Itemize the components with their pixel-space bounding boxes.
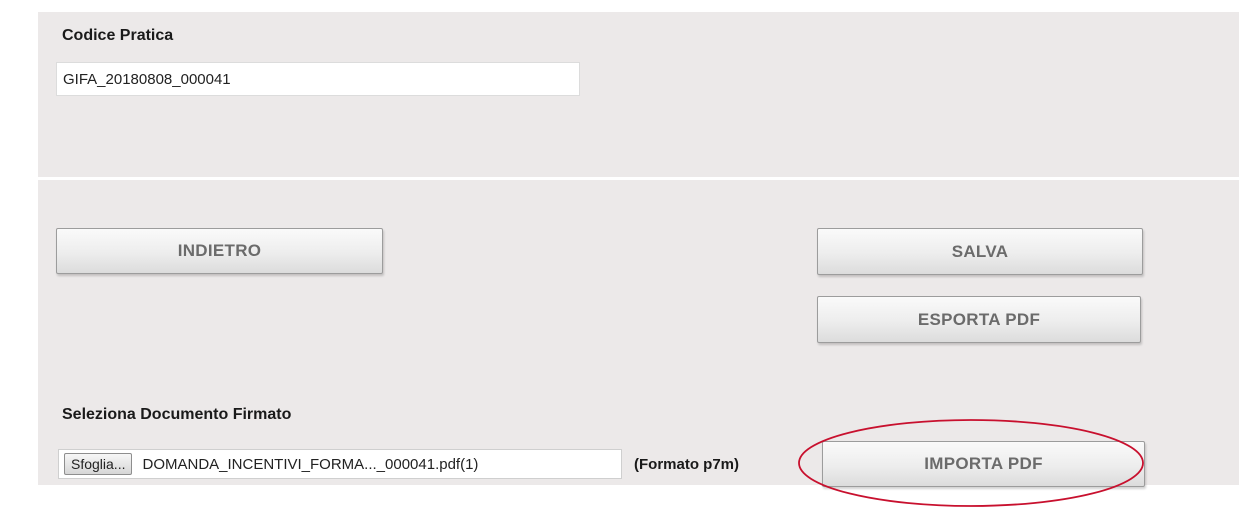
codice-pratica-label: Codice Pratica bbox=[62, 27, 174, 44]
codice-pratica-field[interactable]: GIFA_20180808_000041 bbox=[56, 62, 580, 96]
selected-file-name: DOMANDA_INCENTIVI_FORMA..._000041.pdf(1) bbox=[142, 455, 479, 473]
codice-pratica-value: GIFA_20180808_000041 bbox=[63, 70, 231, 88]
format-note: (Formato p7m) bbox=[634, 456, 739, 473]
export-pdf-button[interactable]: ESPORTA PDF bbox=[817, 296, 1141, 343]
back-button[interactable]: INDIETRO bbox=[56, 228, 383, 274]
file-picker[interactable]: Sfoglia... DOMANDA_INCENTIVI_FORMA..._00… bbox=[58, 449, 622, 479]
browse-button[interactable]: Sfoglia... bbox=[64, 453, 133, 475]
import-pdf-button[interactable]: IMPORTA PDF bbox=[822, 441, 1145, 487]
select-document-label: Seleziona Documento Firmato bbox=[62, 406, 292, 423]
save-button[interactable]: SALVA bbox=[817, 228, 1143, 275]
